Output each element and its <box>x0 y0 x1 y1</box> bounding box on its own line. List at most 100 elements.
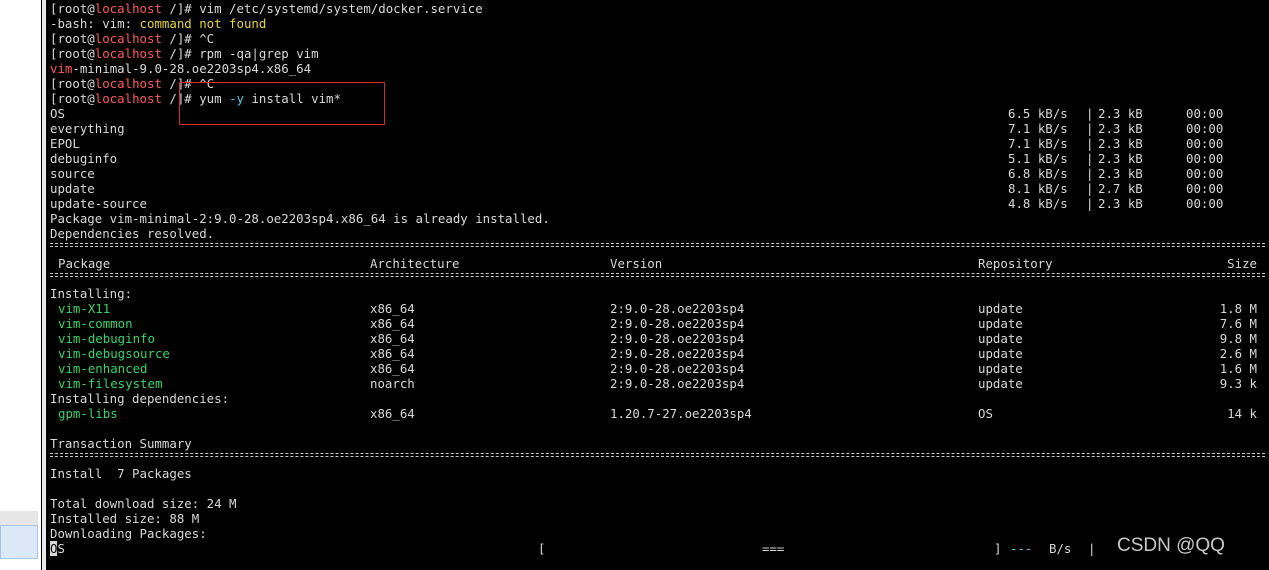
history-line-3: [root@localhost /]# ^C <box>50 31 215 46</box>
progress-bar-close: ] <box>994 541 1002 556</box>
header-package: Package <box>58 256 111 271</box>
repo-speed: 7.1 kB/s <box>1008 121 1068 136</box>
repo-speed: 8.1 kB/s <box>1008 181 1068 196</box>
package-version: 2:9.0-28.oe2203sp4 <box>610 376 745 391</box>
package-repo: update <box>978 346 1023 361</box>
repo-speed: 6.8 kB/s <box>1008 166 1068 181</box>
history-line-6: [root@localhost /]# ^C <box>50 76 215 91</box>
progress-bar-open: [ <box>538 541 546 556</box>
repo-separator: | <box>1086 196 1094 211</box>
repo-name: debuginfo <box>50 151 118 166</box>
hostname: localhost <box>94 1 162 16</box>
installed-size: Installed size: 88 M <box>50 511 200 526</box>
separator-line <box>50 452 1265 459</box>
progress-rate: B/s <box>1049 541 1072 556</box>
repo-size: 2.3 kB <box>1098 121 1143 136</box>
repo-time: 00:00 <box>1186 136 1224 151</box>
header-size: Size <box>1227 256 1257 271</box>
package-size: 2.6 M <box>1219 346 1257 361</box>
repo-speed: 5.1 kB/s <box>1008 151 1068 166</box>
repo-separator: | <box>1086 181 1094 196</box>
command: ^C <box>199 31 215 46</box>
package-repo: update <box>978 301 1023 316</box>
command: rpm -qa|grep vim <box>199 46 319 61</box>
package-version: 2:9.0-28.oe2203sp4 <box>610 316 745 331</box>
package-size: 1.8 M <box>1219 301 1257 316</box>
transaction-summary-title: Transaction Summary <box>50 436 192 451</box>
repo-size: 2.3 kB <box>1098 106 1143 121</box>
repo-name: update-source <box>50 196 147 211</box>
repo-time: 00:00 <box>1186 151 1224 166</box>
repo-name: OS <box>50 106 65 121</box>
separator-line <box>50 272 1265 279</box>
section-dependencies: Installing dependencies: <box>50 391 230 406</box>
package-name: vim-filesystem <box>58 376 163 391</box>
repo-name: EPOL <box>50 136 80 151</box>
hostname: localhost <box>94 46 162 61</box>
repo-size: 2.3 kB <box>1098 136 1143 151</box>
history-line-7: [root@localhost /]# yum -y install vim* <box>50 91 341 106</box>
package-arch: x86_64 <box>370 331 415 346</box>
already-installed-message: Package vim-minimal-2:9.0-28.oe2203sp4.x… <box>50 211 550 226</box>
repo-time: 00:00 <box>1186 166 1224 181</box>
history-line-5: vim-minimal-9.0-28.oe2203sp4.x86_64 <box>50 61 312 76</box>
progress-repo-label: OS <box>50 541 65 556</box>
side-panel-item-selected[interactable] <box>0 525 38 559</box>
progress-bar-fill: === <box>762 541 785 556</box>
repo-separator: | <box>1086 106 1094 121</box>
command: ^C <box>199 76 215 91</box>
error-text: command not found <box>139 16 267 31</box>
command: vim /etc/systemd/system/docker.service <box>199 1 483 16</box>
package-arch: x86_64 <box>370 346 415 361</box>
package-size: 14 k <box>1227 406 1257 421</box>
package-repo: update <box>978 316 1023 331</box>
side-panel-item[interactable] <box>0 511 38 525</box>
repo-size: 2.7 kB <box>1098 181 1143 196</box>
repo-speed: 6.5 kB/s <box>1008 106 1068 121</box>
repo-separator: | <box>1086 151 1094 166</box>
package-version: 1.20.7-27.oe2203sp4 <box>610 406 752 421</box>
package-name: vim-enhanced <box>58 361 148 376</box>
package-version: 2:9.0-28.oe2203sp4 <box>610 361 745 376</box>
deps-resolved-message: Dependencies resolved. <box>50 226 215 241</box>
repo-speed: 4.8 kB/s <box>1008 196 1068 211</box>
header-architecture: Architecture <box>370 256 460 271</box>
total-download-size: Total download size: 24 M <box>50 496 237 511</box>
package-version: 2:9.0-28.oe2203sp4 <box>610 331 745 346</box>
package-repo: update <box>978 376 1023 391</box>
repo-separator: | <box>1086 136 1094 151</box>
repo-separator: | <box>1086 166 1094 181</box>
header-repository: Repository <box>978 256 1053 271</box>
package-size: 9.8 M <box>1219 331 1257 346</box>
package-version: 2:9.0-28.oe2203sp4 <box>610 301 745 316</box>
repo-time: 00:00 <box>1186 121 1224 136</box>
package-name: gpm-libs <box>58 406 118 421</box>
repo-size: 2.3 kB <box>1098 151 1143 166</box>
package-name: vim-debugsource <box>58 346 170 361</box>
repo-time: 00:00 <box>1186 106 1224 121</box>
progress-dashes: --- <box>1010 541 1033 556</box>
repo-name: source <box>50 166 95 181</box>
history-line-2: -bash: vim: command not found <box>50 16 267 31</box>
hostname: localhost <box>94 76 162 91</box>
package-repo: update <box>978 361 1023 376</box>
package-size: 7.6 M <box>1219 316 1257 331</box>
package-name: vim-common <box>58 316 133 331</box>
command-flag: -y <box>229 91 244 106</box>
side-panel-margin <box>38 0 41 570</box>
left-side-panel <box>0 0 41 570</box>
package-arch: x86_64 <box>370 406 415 421</box>
package-arch: x86_64 <box>370 301 415 316</box>
package-size: 9.3 k <box>1219 376 1257 391</box>
command: yum <box>199 91 230 106</box>
repo-size: 2.3 kB <box>1098 196 1143 211</box>
package-arch: noarch <box>370 376 415 391</box>
hostname: localhost <box>94 31 162 46</box>
terminal-output[interactable]: [root@localhost /]# vim /etc/systemd/sys… <box>46 0 1269 570</box>
package-name: vim-debuginfo <box>58 331 155 346</box>
repo-name: everything <box>50 121 125 136</box>
section-installing: Installing: <box>50 286 133 301</box>
hostname: localhost <box>94 91 162 106</box>
watermark: CSDN @QQ <box>1117 535 1225 556</box>
repo-time: 00:00 <box>1186 196 1224 211</box>
